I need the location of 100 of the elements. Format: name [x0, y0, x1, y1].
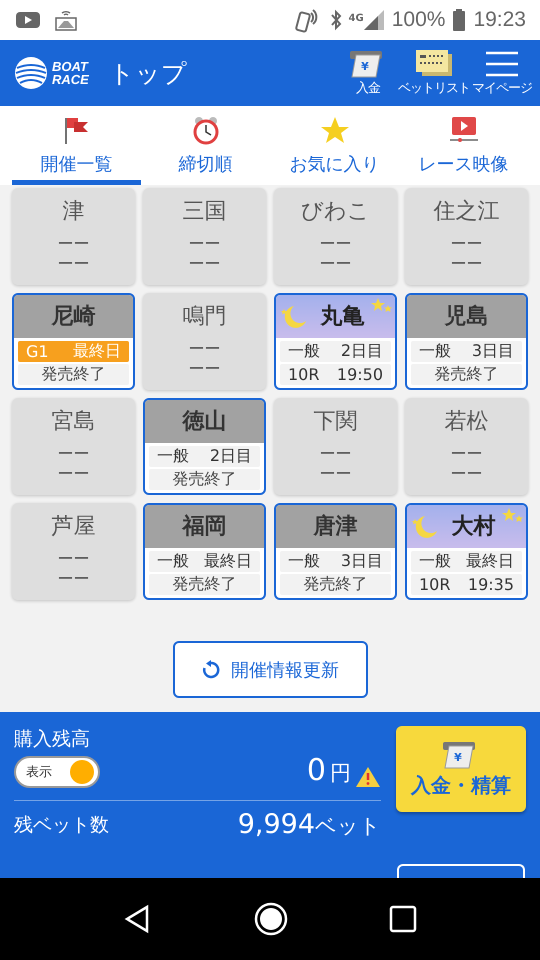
status-text: ーー	[188, 234, 220, 254]
race-info-text: 一般	[419, 340, 451, 362]
venue-card[interactable]: 徳山 一般 2日目 発売終了	[143, 398, 266, 495]
race-info-text: 最終日	[204, 550, 252, 572]
venue-card[interactable]: 鳴門 ーー ーー	[143, 293, 266, 390]
venue-name: 徳山	[182, 408, 226, 436]
balance-amount: 0	[306, 754, 326, 788]
venue-name: 福岡	[182, 513, 226, 542]
venue-card[interactable]: 住之江 ーー ーー	[405, 188, 528, 285]
race-info-text: 最終日	[73, 340, 121, 362]
venue-name: 津	[62, 198, 84, 226]
recents-icon	[389, 905, 417, 933]
race-info-text: 3日目	[472, 340, 514, 362]
venue-card[interactable]: 児島 一般 3日目 発売終了	[405, 293, 528, 390]
venue-card[interactable]: 宮島 ーー ーー	[12, 398, 135, 495]
race-info-text: 発売終了	[172, 574, 236, 595]
venue-name: 唐津	[314, 513, 358, 542]
logo-text: RACE	[52, 73, 89, 86]
venue-name: 尼崎	[52, 303, 96, 332]
race-info-text: 最終日	[466, 550, 514, 572]
race-info-text: 一般	[157, 446, 189, 467]
battery-level: 100%	[392, 8, 446, 32]
venue-name: 若松	[444, 408, 488, 436]
status-text: ーー	[320, 464, 352, 484]
refresh-icon	[201, 660, 221, 680]
cast-icon	[54, 9, 78, 31]
venue-card[interactable]: 芦屋 ーー ーー	[12, 503, 135, 600]
stars-icon	[371, 298, 393, 314]
status-text: ーー	[450, 444, 482, 464]
venue-name: 芦屋	[52, 513, 96, 541]
race-info-text: 10R	[288, 365, 320, 384]
venue-name: 鳴門	[182, 303, 226, 331]
venue-card[interactable]: 尼崎 G1 最終日 発売終了	[12, 293, 135, 390]
race-info-text: 10R	[419, 575, 450, 594]
header-button[interactable]: ベットリスト	[398, 45, 470, 101]
status-text: ーー	[188, 339, 220, 359]
venue-card[interactable]: 大村 一般 最終日 10R 19:35	[405, 503, 528, 600]
bluetooth-icon	[328, 9, 343, 31]
status-text: ーー	[58, 444, 90, 464]
race-info-text: 一般	[157, 550, 189, 572]
display-toggle[interactable]: 表示	[14, 756, 100, 788]
venue-card[interactable]: びわこ ーー ーー	[274, 188, 397, 285]
status-text: ーー	[450, 254, 482, 274]
race-info-text: 3日目	[340, 550, 383, 572]
venue-name: 三国	[182, 198, 226, 226]
venue-card[interactable]: 丸亀 一般 2日目 10R 19:50	[274, 293, 397, 390]
race-info-text: 発売終了	[434, 364, 498, 385]
status-text: ーー	[320, 444, 352, 464]
balance-label: 購入残高	[14, 727, 91, 752]
race-info-text: 一般	[288, 340, 320, 362]
tab[interactable]: 締切順	[141, 106, 270, 185]
status-text: ーー	[450, 234, 482, 254]
page-title: トップ	[108, 58, 188, 90]
status-text: ーー	[58, 234, 90, 254]
status-text: ーー	[58, 254, 90, 274]
venue-card[interactable]: 下関 ーー ーー	[274, 398, 397, 495]
venue-name: びわこ	[301, 198, 370, 226]
race-info-text: 発売終了	[172, 469, 236, 490]
venue-name: 宮島	[52, 408, 96, 436]
refresh-button[interactable]: 開催情報更新	[172, 641, 368, 698]
deposit-button[interactable]: ¥ 入金・精算	[396, 726, 526, 812]
race-info-text: 2日目	[340, 340, 383, 362]
race-info-text: 19:35	[468, 575, 514, 594]
header-button[interactable]: ¥ 入金	[340, 45, 396, 101]
stars-icon	[502, 508, 524, 524]
logo-text: BOAT	[52, 60, 89, 73]
clock-time: 19:23	[473, 8, 526, 32]
signal-icon	[364, 10, 384, 30]
battery-icon	[453, 9, 466, 31]
alarm-clock-icon	[190, 116, 220, 146]
tickets-icon	[414, 49, 454, 79]
status-text: ーー	[58, 549, 90, 569]
star-icon	[320, 116, 350, 146]
race-info-text: 一般	[288, 550, 320, 572]
menu-button[interactable]: マイページ	[472, 45, 532, 101]
venue-name: 住之江	[434, 198, 500, 226]
status-text: ーー	[188, 359, 220, 379]
venue-card[interactable]: 唐津 一般 3日目 発売終了	[274, 503, 397, 600]
network-type: 4G	[348, 13, 364, 24]
tab[interactable]: お気に入り	[270, 106, 399, 185]
status-text: ーー	[58, 569, 90, 589]
venue-card[interactable]: 若松 ーー ーー	[405, 398, 528, 495]
status-text: ーー	[320, 254, 352, 274]
bets-label: 残ベット数	[14, 812, 109, 838]
venue-name: 下関	[314, 408, 358, 436]
race-info-text: 19:50	[336, 365, 383, 384]
bets-count: 9,994	[238, 809, 315, 840]
status-text: ーー	[450, 464, 482, 484]
venue-card[interactable]: 三国 ーー ーー	[143, 188, 266, 285]
status-text: ーー	[58, 464, 90, 484]
venue-card[interactable]: 福岡 一般 最終日 発売終了	[143, 503, 266, 600]
currency-unit: 円	[330, 760, 351, 787]
venue-card[interactable]: 津 ーー ーー	[12, 188, 135, 285]
venue-name: 児島	[444, 303, 488, 332]
race-info-text: 2日目	[210, 446, 252, 467]
race-info-text: 一般	[419, 550, 451, 572]
tab[interactable]: レース映像	[399, 106, 528, 185]
race-info-text: 発売終了	[304, 574, 368, 595]
status-text: ーー	[188, 254, 220, 274]
race-info-text: G1	[26, 342, 49, 361]
